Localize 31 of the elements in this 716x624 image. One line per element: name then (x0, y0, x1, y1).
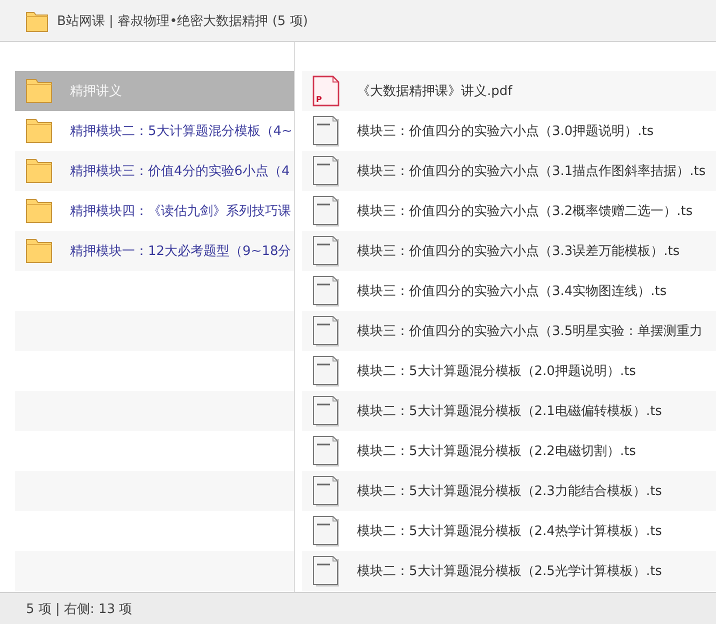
folder-icon (25, 238, 53, 264)
document-icon (312, 235, 340, 267)
window-title: B站网课 | 睿叔物理•绝密大数据精押 (5 项) (57, 12, 308, 30)
folder-icon (25, 198, 53, 224)
file-item[interactable]: 模块二：5大计算题混分模板（2.1电磁偏转模板）.ts (302, 391, 716, 431)
document-icon (312, 435, 340, 467)
status-text: 5 项 | 右侧: 13 项 (26, 600, 132, 618)
file-item[interactable]: 模块二：5大计算题混分模板（2.5光学计算模板）.ts (302, 551, 716, 591)
folder-item[interactable]: 精押模块一：12大必考题型（9~18分 (15, 231, 294, 271)
document-icon (312, 555, 340, 587)
folder-item[interactable]: 精押模块二：5大计算题混分模板（4~ (15, 111, 294, 151)
document-icon (312, 515, 340, 547)
pdf-file-icon: P (312, 75, 340, 107)
document-icon (312, 115, 340, 147)
folder-item[interactable]: 精押模块三：价值4分的实验6小点（4 (15, 151, 294, 191)
document-icon (312, 355, 340, 387)
document-icon (312, 155, 340, 187)
folder-icon (25, 118, 53, 144)
document-icon (312, 315, 340, 347)
file-item[interactable]: 模块三：价值四分的实验六小点（3.3误差万能模板）.ts (302, 231, 716, 271)
document-icon (312, 395, 340, 427)
file-item[interactable]: 模块二：5大计算题混分模板（2.3力能结合模板）.ts (302, 471, 716, 511)
folder-item[interactable]: 精押模块四：《读估九剑》系列技巧课 (15, 191, 294, 231)
folder-icon (25, 158, 53, 184)
file-item[interactable]: P 《大数据精押课》讲义.pdf (302, 71, 716, 111)
folder-icon (25, 78, 53, 104)
document-icon (312, 195, 340, 227)
file-item[interactable]: 模块三：价值四分的实验六小点（3.1描点作图斜率拮据）.ts (302, 151, 716, 191)
document-icon (312, 275, 340, 307)
document-icon (312, 475, 340, 507)
file-item[interactable]: 模块三：价值四分的实验六小点（3.5明星实验：单摆测重力 (302, 311, 716, 351)
